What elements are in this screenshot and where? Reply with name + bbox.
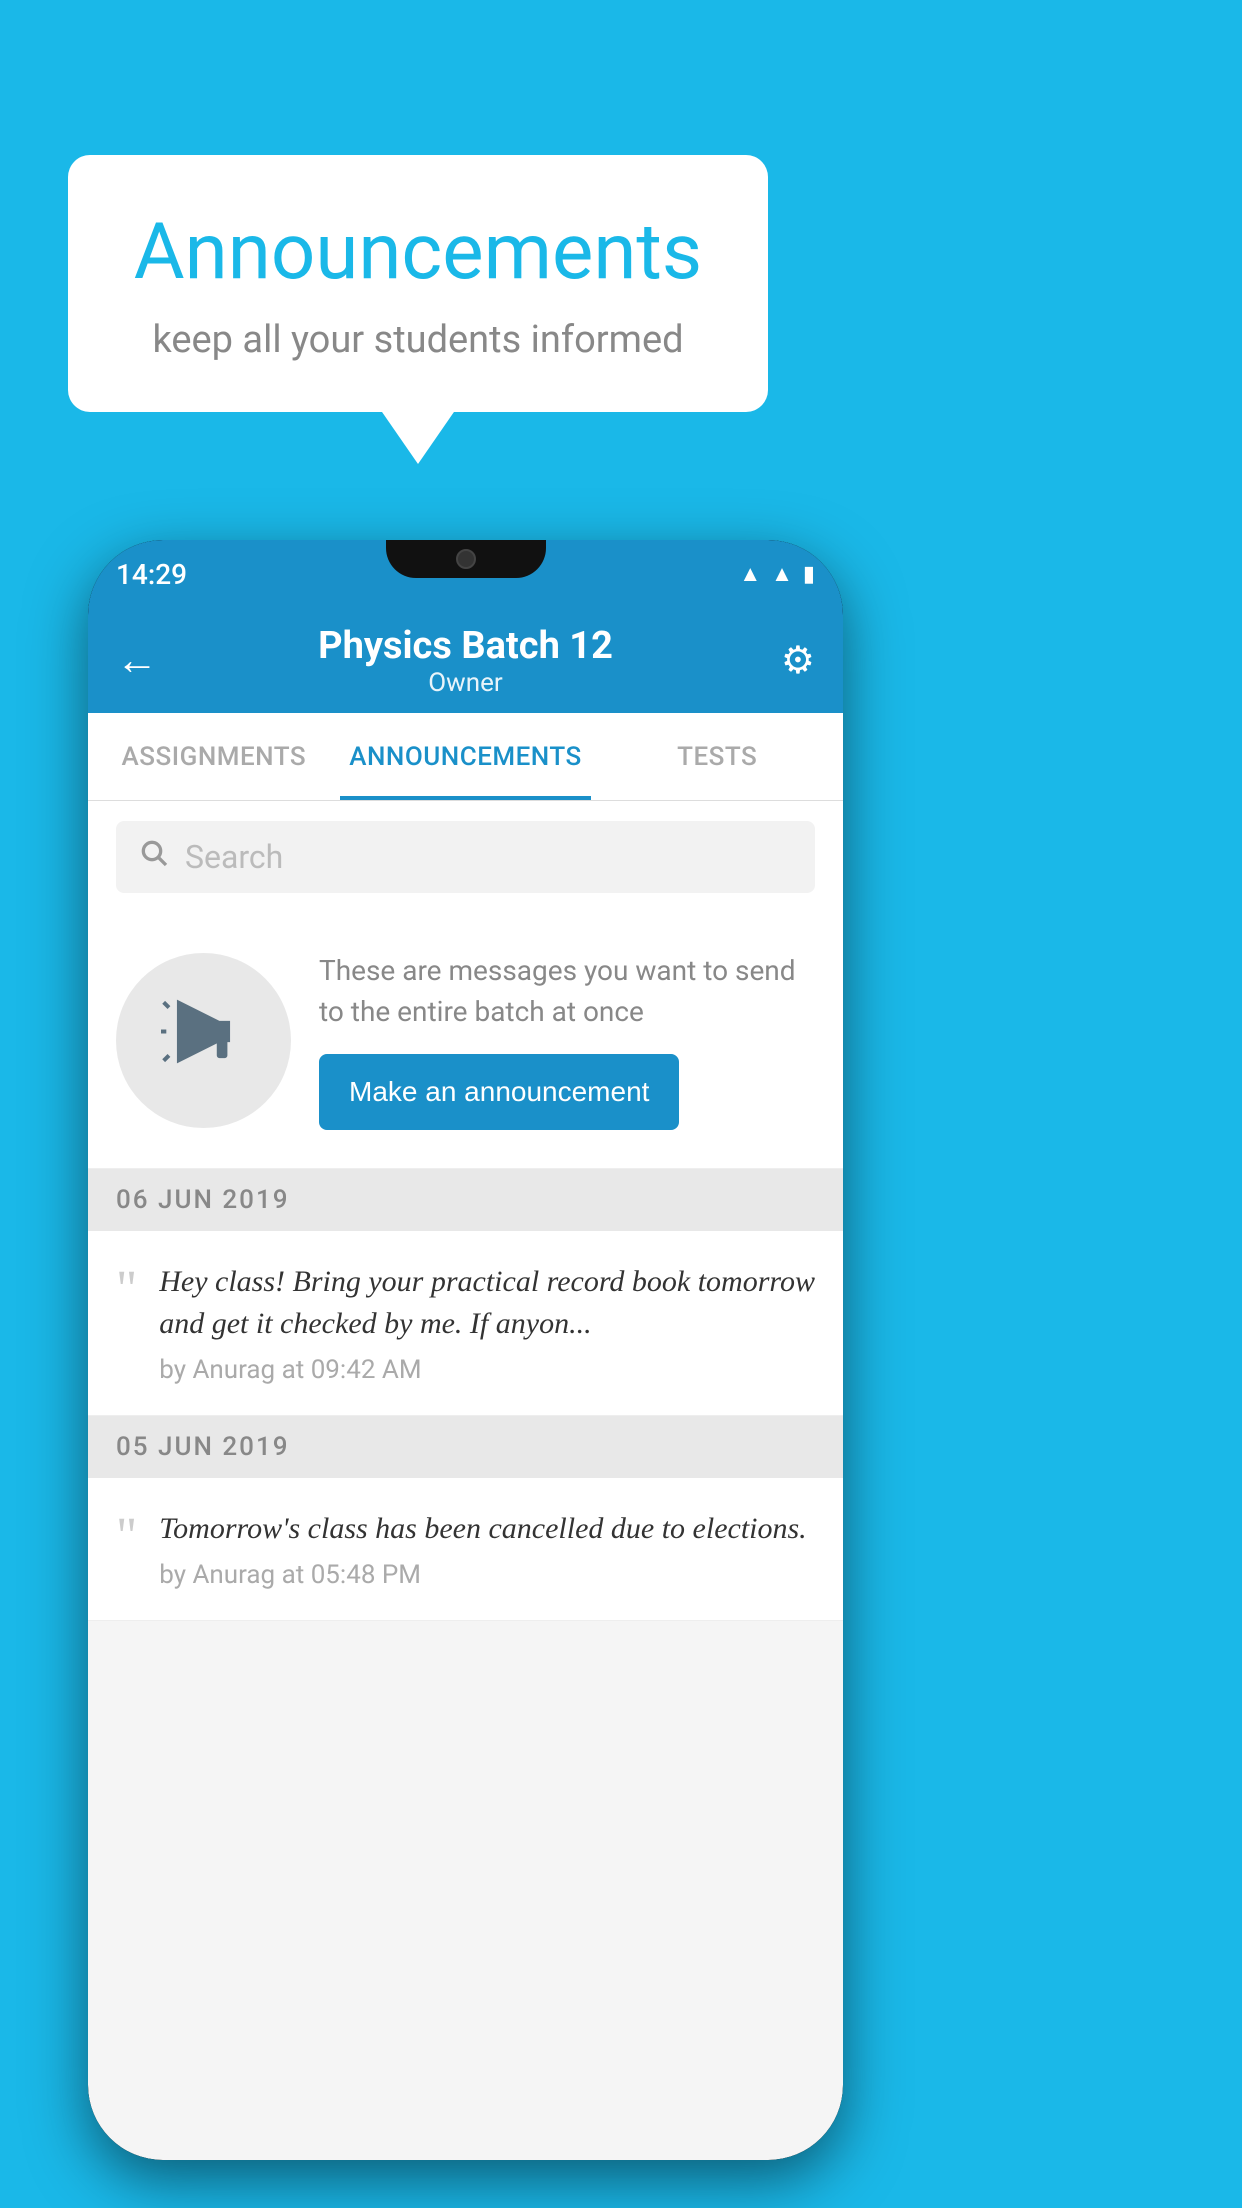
content-area: Search Th <box>88 801 843 2160</box>
announcement-text-1: Hey class! Bring your practical record b… <box>159 1261 815 1345</box>
announcement-right: These are messages you want to send to t… <box>319 951 815 1130</box>
search-bar: Search <box>88 801 843 913</box>
back-button[interactable]: ← <box>116 636 171 685</box>
phone-frame: 14:29 ▲ ▲ ▮ ← Physics Batch 12 Owner ⚙ <box>88 540 843 2160</box>
tab-assignments[interactable]: ASSIGNMENTS <box>88 713 340 800</box>
announcement-meta-1: by Anurag at 09:42 AM <box>159 1355 815 1385</box>
battery-icon: ▮ <box>803 562 815 587</box>
announcement-item-2[interactable]: " Tomorrow's class has been cancelled du… <box>88 1478 843 1621</box>
toolbar-subtitle: Owner <box>171 668 760 698</box>
wifi-icon: ▲ <box>739 561 761 587</box>
status-icons: ▲ ▲ ▮ <box>739 561 815 587</box>
announcement-icon-circle <box>116 953 291 1128</box>
announcement-content-2: Tomorrow's class has been cancelled due … <box>159 1508 815 1590</box>
make-announcement-button[interactable]: Make an announcement <box>319 1054 679 1130</box>
announcement-prompt: These are messages you want to send to t… <box>88 913 843 1169</box>
signal-icon: ▲ <box>771 561 793 587</box>
settings-icon[interactable]: ⚙ <box>760 638 815 683</box>
search-input-container[interactable]: Search <box>116 821 815 893</box>
tab-bar: ASSIGNMENTS ANNOUNCEMENTS TESTS <box>88 713 843 801</box>
megaphone-icon <box>161 989 246 1093</box>
status-bar: 14:29 ▲ ▲ ▮ <box>88 540 843 608</box>
toolbar-title: Physics Batch 12 <box>171 624 760 668</box>
search-placeholder: Search <box>185 838 283 876</box>
quote-icon-1: " <box>116 1269 137 1311</box>
app-toolbar: ← Physics Batch 12 Owner ⚙ <box>88 608 843 713</box>
speech-bubble-container: Announcements keep all your students inf… <box>68 155 768 412</box>
bubble-subtitle: keep all your students informed <box>128 318 708 362</box>
announcement-item-1[interactable]: " Hey class! Bring your practical record… <box>88 1231 843 1416</box>
quote-icon-2: " <box>116 1516 137 1558</box>
date-separator-2: 05 JUN 2019 <box>88 1416 843 1478</box>
phone-notch <box>386 540 546 578</box>
phone-inner: 14:29 ▲ ▲ ▮ ← Physics Batch 12 Owner ⚙ <box>88 540 843 2160</box>
announcement-description: These are messages you want to send to t… <box>319 951 815 1032</box>
search-icon <box>138 837 170 877</box>
announcement-text-2: Tomorrow's class has been cancelled due … <box>159 1508 815 1550</box>
camera-notch <box>456 549 476 569</box>
date-separator-1: 06 JUN 2019 <box>88 1169 843 1231</box>
announcement-content-1: Hey class! Bring your practical record b… <box>159 1261 815 1385</box>
toolbar-title-section: Physics Batch 12 Owner <box>171 624 760 698</box>
bubble-title: Announcements <box>128 210 708 296</box>
tab-tests[interactable]: TESTS <box>591 713 843 800</box>
speech-bubble: Announcements keep all your students inf… <box>68 155 768 412</box>
tab-announcements[interactable]: ANNOUNCEMENTS <box>340 713 592 800</box>
status-time: 14:29 <box>116 558 187 591</box>
announcement-meta-2: by Anurag at 05:48 PM <box>159 1560 815 1590</box>
